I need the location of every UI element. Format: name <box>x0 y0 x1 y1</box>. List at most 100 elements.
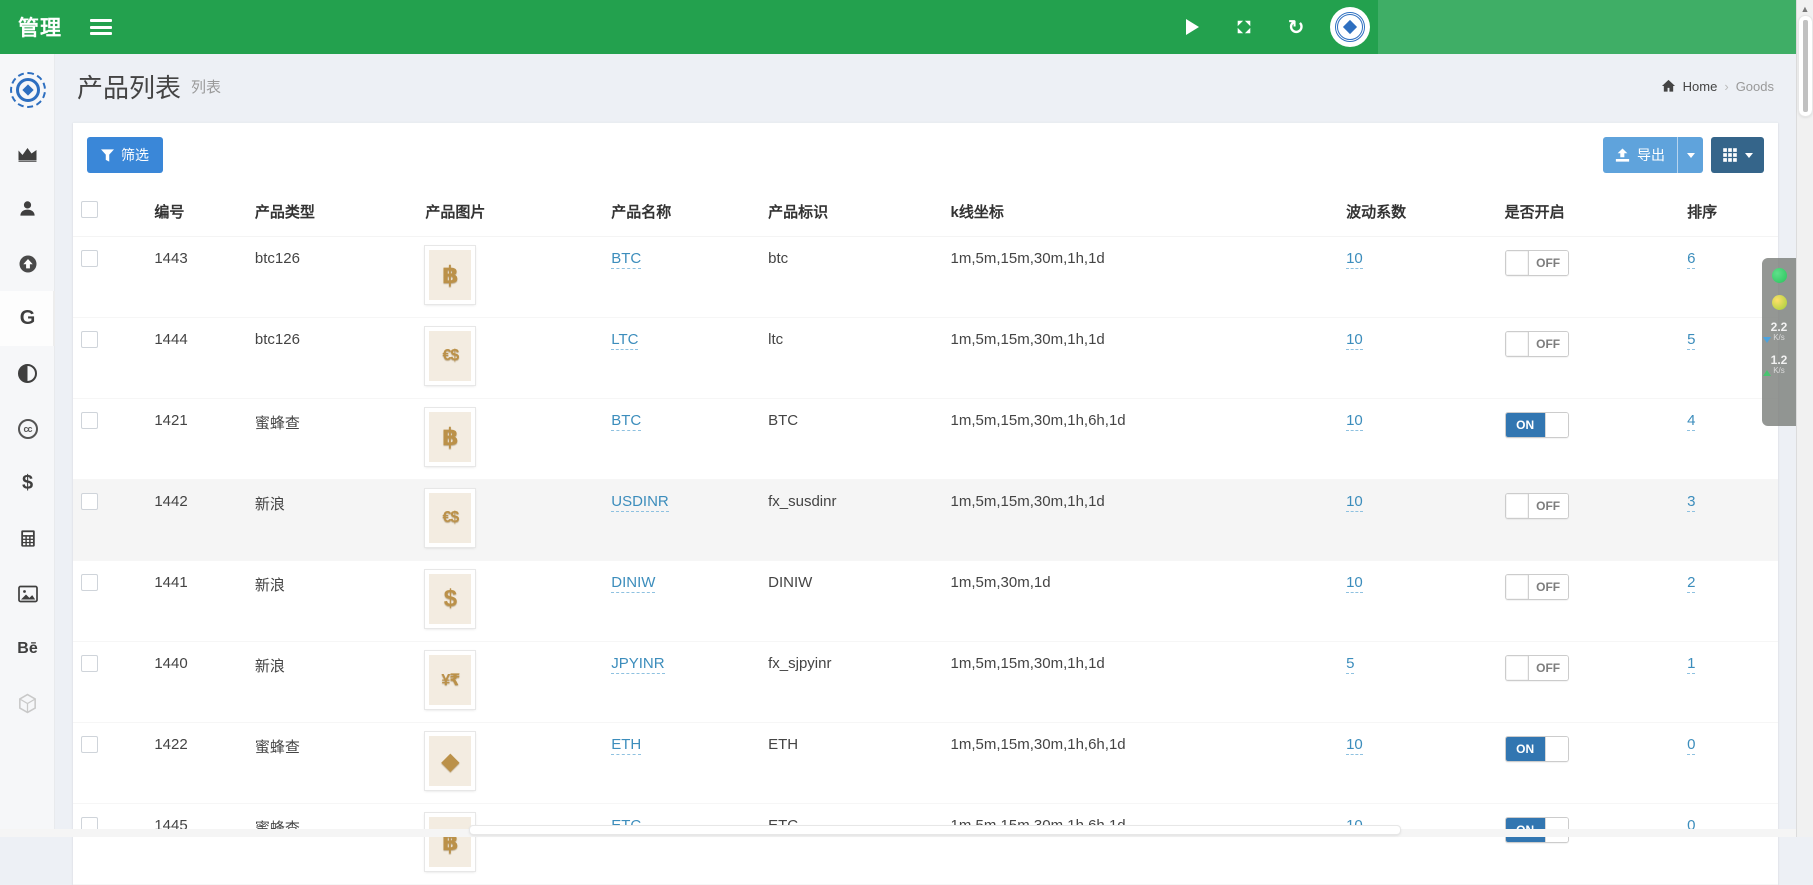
refresh-icon[interactable]: ↻ <box>1270 0 1322 54</box>
table-row: 1422蜜蜂查◆ETHETH1m,5m,15m,30m,1h,6h,1d10ON… <box>73 723 1778 804</box>
product-name-link[interactable]: USDINR <box>611 493 669 512</box>
breadcrumb-home-link[interactable]: Home <box>1683 79 1718 94</box>
cell-product-code: fx_sjpyinr <box>760 642 942 723</box>
sidebar-item-creative-commons[interactable]: cc <box>0 401 55 456</box>
sidebar-item-circle-arrow-up[interactable] <box>0 236 55 291</box>
coefficient-link[interactable]: 10 <box>1346 250 1363 269</box>
coefficient-link[interactable]: 10 <box>1346 574 1363 593</box>
filter-funnel-icon <box>101 149 114 162</box>
enable-toggle[interactable]: OFF <box>1505 331 1569 357</box>
sort-link[interactable]: 2 <box>1687 574 1695 593</box>
sidebar-item-dollar[interactable]: $ <box>0 456 55 511</box>
cell-product-code: DINIW <box>760 561 942 642</box>
table-row: 1443btc126฿BTCbtc1m,5m,15m,30m,1h,1d10OF… <box>73 237 1778 318</box>
euro-dollar-image[interactable]: €$ <box>425 327 475 385</box>
columns-button[interactable] <box>1711 137 1764 173</box>
network-speed-widget[interactable]: 2.2K/s 1.2K/s <box>1762 258 1796 426</box>
cell-kline: 1m,5m,15m,30m,1h,1d <box>943 237 1339 318</box>
cell-kline: 1m,5m,15m,30m,1h,1d <box>943 642 1339 723</box>
sidebar: Gcc$ Bē <box>0 54 55 837</box>
product-name-link[interactable]: ETH <box>611 736 641 755</box>
cell-product-id: 1440 <box>146 642 247 723</box>
cell-product-type: 新浪 <box>247 561 418 642</box>
row-checkbox[interactable] <box>81 736 98 753</box>
page-header: 产品列表 列表 Home › Goods <box>55 54 1796 118</box>
main-content: 产品列表 列表 Home › Goods 筛选 导出 <box>55 54 1796 837</box>
bitcoin-coin-image[interactable]: ฿ <box>425 246 475 304</box>
coefficient-link[interactable]: 5 <box>1346 655 1354 674</box>
sort-link[interactable]: 3 <box>1687 493 1695 512</box>
cell-product-id: 1422 <box>146 723 247 804</box>
sidebar-item-google-g[interactable]: G <box>0 291 55 346</box>
enable-toggle[interactable]: OFF <box>1505 493 1569 519</box>
cell-product-id: 1444 <box>146 318 247 399</box>
sidebar-item-image[interactable] <box>0 566 55 621</box>
row-checkbox[interactable] <box>81 250 98 267</box>
navbar-panel <box>1378 0 1796 54</box>
export-button[interactable]: 导出 <box>1603 137 1677 173</box>
dollar-coin-image[interactable]: $ <box>425 570 475 628</box>
cell-product-type: btc126 <box>247 318 418 399</box>
export-dropdown-caret[interactable] <box>1677 137 1703 173</box>
sidebar-item-contrast[interactable] <box>0 346 55 401</box>
product-name-link[interactable]: BTC <box>611 412 641 431</box>
product-name-link[interactable]: DINIW <box>611 574 655 593</box>
enable-toggle[interactable]: OFF <box>1505 574 1569 600</box>
top-navbar: 管理 ↻ <box>0 0 1796 54</box>
select-all-checkbox[interactable] <box>81 201 98 218</box>
table-row: 1440新浪¥₹JPYINRfx_sjpyinr1m,5m,15m,30m,1h… <box>73 642 1778 723</box>
sort-link[interactable]: 4 <box>1687 412 1695 431</box>
sidebar-item-cube[interactable] <box>0 676 55 731</box>
profile-logo-icon[interactable] <box>1330 7 1370 47</box>
enable-toggle[interactable]: OFF <box>1505 250 1569 276</box>
play-icon[interactable] <box>1166 0 1218 54</box>
cell-kline: 1m,5m,15m,30m,1h,1d <box>943 318 1339 399</box>
sidebar-item-area-chart[interactable] <box>0 126 55 181</box>
yen-rupee-image[interactable]: ¥₹ <box>425 651 475 709</box>
horizontal-scroll-thumb[interactable] <box>470 826 1400 834</box>
enable-toggle[interactable]: OFF <box>1505 655 1569 681</box>
row-checkbox[interactable] <box>81 493 98 510</box>
euro-dollar-image[interactable]: €$ <box>425 489 475 547</box>
sidebar-item-logo[interactable] <box>0 54 55 126</box>
row-checkbox[interactable] <box>81 412 98 429</box>
sidebar-item-calculator[interactable] <box>0 511 55 566</box>
cell-product-code: BTC <box>760 399 942 480</box>
sort-link[interactable]: 6 <box>1687 250 1695 269</box>
coefficient-link[interactable]: 10 <box>1346 331 1363 350</box>
row-checkbox[interactable] <box>81 331 98 348</box>
product-name-link[interactable]: LTC <box>611 331 638 350</box>
scroll-up-arrow-icon[interactable]: ▲ <box>1797 0 1813 14</box>
breadcrumb-separator: › <box>1724 79 1728 94</box>
row-checkbox[interactable] <box>81 574 98 591</box>
speed-reading-1: 2.2K/s <box>1771 322 1788 343</box>
product-name-link[interactable]: BTC <box>611 250 641 269</box>
coefficient-link[interactable]: 10 <box>1346 736 1363 755</box>
cell-product-code: ETC <box>760 804 942 885</box>
product-name-link[interactable]: JPYINR <box>611 655 664 674</box>
enable-toggle[interactable]: ON <box>1505 412 1569 438</box>
sort-link[interactable]: 0 <box>1687 736 1695 755</box>
coefficient-link[interactable]: 10 <box>1346 412 1363 431</box>
sort-link[interactable]: 5 <box>1687 331 1695 350</box>
vertical-scroll-thumb[interactable] <box>1799 16 1812 116</box>
ethereum-image[interactable]: ◆ <box>425 732 475 790</box>
fullscreen-icon[interactable] <box>1218 0 1270 54</box>
menu-toggle-icon[interactable] <box>90 19 112 35</box>
column-header-4: 产品标识 <box>760 185 942 237</box>
upload-icon <box>1615 148 1630 163</box>
table-toolbar: 筛选 导出 <box>73 123 1778 185</box>
cell-kline: 1m,5m,15m,30m,1h,6h,1d <box>943 399 1339 480</box>
horizontal-scrollbar[interactable] <box>0 829 1796 837</box>
filter-button[interactable]: 筛选 <box>87 137 163 173</box>
row-checkbox[interactable] <box>81 655 98 672</box>
coefficient-link[interactable]: 10 <box>1346 493 1363 512</box>
sidebar-item-user[interactable] <box>0 181 55 236</box>
table-row: 1444btc126€$LTCltc1m,5m,15m,30m,1h,1d10O… <box>73 318 1778 399</box>
sort-link[interactable]: 1 <box>1687 655 1695 674</box>
bitcoin-coin-image[interactable]: ฿ <box>425 408 475 466</box>
vertical-scrollbar[interactable]: ▲ <box>1796 0 1813 837</box>
enable-toggle[interactable]: ON <box>1505 736 1569 762</box>
bitcoin-coin-image[interactable]: ฿ <box>425 813 475 871</box>
sidebar-item-behance[interactable]: Bē <box>0 621 55 676</box>
